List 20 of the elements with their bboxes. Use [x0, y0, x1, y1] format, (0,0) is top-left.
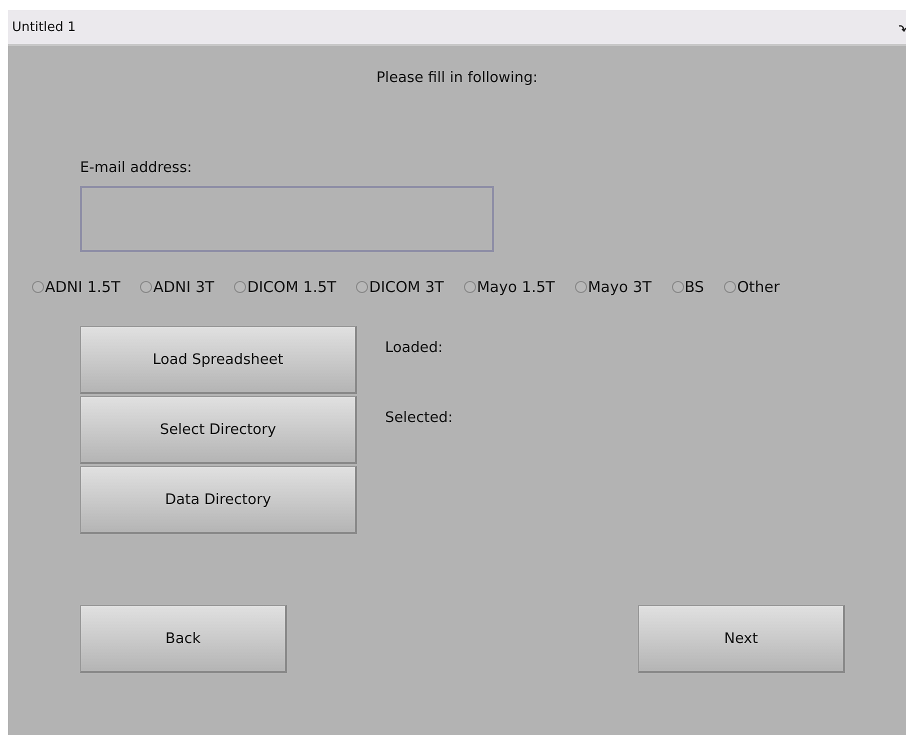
instruction-text: Please fill in following: — [376, 70, 538, 86]
radio-option[interactable]: Mayo 3T — [574, 278, 652, 296]
action-button[interactable]: Load Spreadsheet — [80, 326, 357, 394]
arrow-icon[interactable] — [898, 24, 906, 32]
next-button[interactable]: Next — [638, 605, 845, 673]
status-label: Selected: — [385, 410, 453, 426]
radio-option[interactable]: ADNI 3T — [140, 278, 214, 296]
action-button[interactable]: Data Directory — [80, 466, 357, 534]
email-field[interactable] — [80, 186, 494, 252]
radio-option[interactable]: BS — [672, 278, 704, 296]
field-label: E-mail address: — [80, 160, 192, 176]
radio-option[interactable]: DICOM 3T — [356, 278, 444, 296]
radio-option[interactable]: DICOM 1.5T — [234, 278, 336, 296]
radio-option[interactable]: Other — [724, 278, 780, 296]
window-title: Untitled 1 — [12, 20, 76, 34]
radio-option[interactable]: ADNI 1.5T — [32, 278, 120, 296]
status-label: Loaded: — [385, 340, 443, 356]
action-button[interactable]: Select Directory — [80, 396, 357, 464]
back-button[interactable]: Back — [80, 605, 287, 673]
radio-option[interactable]: Mayo 1.5T — [464, 278, 555, 296]
